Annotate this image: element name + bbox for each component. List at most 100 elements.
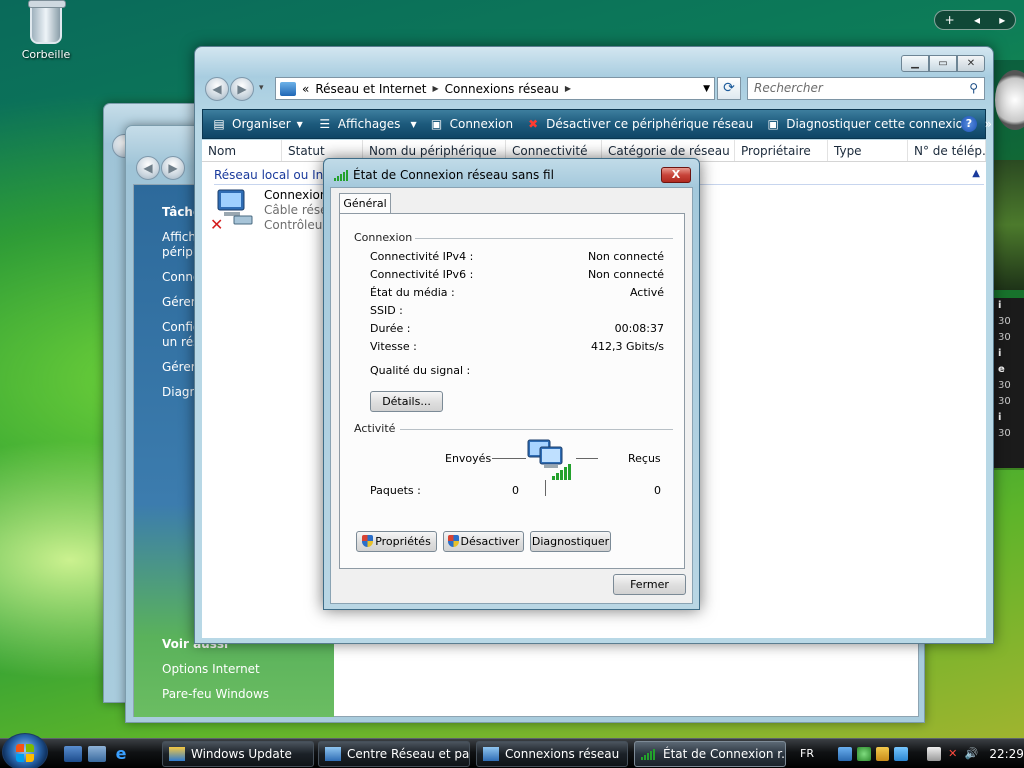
add-gadget-icon[interactable]: + bbox=[945, 13, 955, 27]
search-icon[interactable]: ⚲ bbox=[969, 78, 978, 99]
packets-divider bbox=[545, 480, 546, 496]
firewall-link[interactable]: Pare-feu Windows bbox=[162, 687, 269, 701]
windows-update-icon bbox=[169, 747, 185, 761]
task-link[interactable]: Diagn bbox=[162, 385, 197, 399]
column-header-owner[interactable]: Propriétaire bbox=[735, 140, 828, 161]
connection-status-dialog[interactable]: État de Connexion réseau sans fil X Géné… bbox=[323, 158, 700, 610]
internet-explorer-icon[interactable]: e bbox=[112, 746, 130, 762]
forward-button[interactable]: ▶ bbox=[230, 77, 254, 101]
minimize-button[interactable]: ▁ bbox=[901, 55, 929, 72]
packets-sent-value: 0 bbox=[512, 484, 519, 497]
tray-windows-icon[interactable] bbox=[894, 747, 909, 761]
volume-icon[interactable]: 🔊 bbox=[965, 747, 979, 761]
breadcrumb-separator-icon[interactable]: ▶ bbox=[432, 84, 438, 93]
dialog-close-button[interactable]: X bbox=[661, 167, 691, 183]
disable-device-button[interactable]: ✖ Désactiver ce périphérique réseau bbox=[525, 117, 753, 131]
diagnose-connection-label: Diagnostiquer cette connexion bbox=[786, 117, 971, 131]
tray-user-icon[interactable] bbox=[856, 747, 871, 761]
ipv4-value: Non connecté bbox=[587, 250, 664, 263]
breadcrumb-connections[interactable]: Connexions réseau bbox=[445, 82, 559, 96]
address-chevrons[interactable]: « bbox=[302, 82, 309, 96]
sidebar-controls[interactable]: + ◂ ▸ bbox=[934, 10, 1016, 30]
connect-button[interactable]: ▣ Connexion bbox=[429, 117, 513, 131]
more-commands-button[interactable]: » bbox=[985, 117, 992, 131]
breadcrumb-separator-icon[interactable]: ▶ bbox=[565, 84, 571, 93]
feed-item: i bbox=[998, 412, 1002, 423]
collapse-icon[interactable]: ▲ bbox=[972, 168, 980, 179]
taskbar-item-windows-update[interactable]: Windows Update bbox=[162, 741, 314, 767]
search-input[interactable]: Rechercher ⚲ bbox=[747, 77, 985, 100]
group-header-label: Réseau local ou Inter bbox=[214, 168, 341, 182]
taskbar-item-label: Windows Update bbox=[191, 747, 292, 761]
sent-label: Envoyés bbox=[445, 452, 492, 465]
feed-item: i bbox=[998, 300, 1002, 311]
slideshow-gadget bbox=[992, 160, 1024, 290]
taskbar-item-connections[interactable]: Connexions réseau bbox=[476, 741, 628, 767]
power-icon[interactable] bbox=[927, 747, 941, 761]
forward-button[interactable]: ▶ bbox=[161, 156, 185, 180]
organize-label: Organiser bbox=[232, 117, 291, 131]
start-button[interactable] bbox=[2, 733, 48, 768]
taskbar-item-label: Connexions réseau bbox=[505, 747, 620, 761]
help-icon[interactable]: ? bbox=[961, 116, 977, 132]
activity-section-title: Activité bbox=[354, 422, 396, 435]
back-button[interactable]: ◀ bbox=[205, 77, 229, 101]
tab-general[interactable]: Général bbox=[339, 193, 391, 213]
taskbar-item-label: Centre Réseau et pa... bbox=[347, 747, 470, 761]
disable-device-label: Désactiver ce périphérique réseau bbox=[546, 117, 754, 131]
network-connections-icon bbox=[483, 747, 499, 761]
history-dropdown-icon[interactable]: ▾ bbox=[259, 83, 264, 93]
recycle-bin-label: Corbeille bbox=[21, 48, 71, 61]
address-dropdown-icon[interactable]: ▼ bbox=[703, 84, 710, 94]
column-header-phone[interactable]: N° de télép... bbox=[908, 140, 986, 161]
recycle-bin[interactable]: Corbeille bbox=[14, 0, 78, 61]
views-label: Affichages bbox=[337, 117, 401, 131]
organize-button[interactable]: ▤ Organiser ▼ bbox=[211, 117, 303, 131]
chevron-down-icon: ▼ bbox=[296, 119, 303, 129]
feed-number: 30 bbox=[998, 396, 1011, 407]
taskbar-item-label: État de Connexion r... bbox=[663, 747, 786, 761]
section-divider bbox=[415, 238, 673, 239]
wireless-signal-icon bbox=[334, 169, 348, 181]
views-button[interactable]: ☰ Affichages ▼ bbox=[317, 117, 416, 131]
properties-button[interactable]: Propriétés bbox=[356, 531, 437, 552]
received-label: Reçus bbox=[628, 452, 661, 465]
switch-windows-icon[interactable] bbox=[88, 746, 106, 762]
network-disconnected-icon[interactable]: ✕ bbox=[946, 747, 960, 761]
ssid-label: SSID : bbox=[370, 304, 403, 317]
task-link[interactable]: Affich bbox=[162, 230, 196, 244]
taskbar-item-network-center[interactable]: Centre Réseau et pa... bbox=[318, 741, 470, 767]
column-header-name[interactable]: Nom bbox=[202, 140, 282, 161]
windows-logo-icon bbox=[16, 744, 34, 762]
show-desktop-icon[interactable] bbox=[64, 746, 82, 762]
speed-label: Vitesse : bbox=[370, 340, 417, 353]
maximize-button[interactable]: ▭ bbox=[929, 55, 957, 72]
network-folder-icon bbox=[280, 81, 296, 96]
internet-options-link[interactable]: Options Internet bbox=[162, 662, 260, 676]
command-bar: ▤ Organiser ▼ ☰ Affichages ▼ ▣ Connexion ✖ Dés… bbox=[202, 109, 992, 139]
feed-number: 30 bbox=[998, 316, 1011, 327]
diagnose-connection-button[interactable]: ▣ Diagnostiquer cette connexion bbox=[765, 117, 971, 131]
refresh-button[interactable]: ⟳ bbox=[717, 77, 741, 100]
clock[interactable]: 22:29 bbox=[989, 747, 1024, 761]
recycle-bin-icon bbox=[28, 0, 66, 44]
prev-icon[interactable]: ◂ bbox=[974, 13, 980, 27]
language-indicator[interactable]: FR bbox=[800, 747, 814, 760]
packets-received-value: 0 bbox=[654, 484, 661, 497]
dialog-title-text: État de Connexion réseau sans fil bbox=[353, 168, 554, 182]
back-button[interactable]: ◀ bbox=[136, 156, 160, 180]
address-bar[interactable]: « Réseau et Internet ▶ Connexions réseau… bbox=[275, 77, 715, 100]
close-dialog-button[interactable]: Fermer bbox=[613, 574, 686, 595]
feed-item: i bbox=[998, 348, 1002, 359]
breadcrumb-network-internet[interactable]: Réseau et Internet bbox=[315, 82, 426, 96]
diagnose-button[interactable]: Diagnostiquer bbox=[530, 531, 611, 552]
column-header-type[interactable]: Type bbox=[828, 140, 908, 161]
details-button[interactable]: Détails... bbox=[370, 391, 443, 412]
next-icon[interactable]: ▸ bbox=[999, 13, 1005, 27]
taskbar-item-connection-status[interactable]: État de Connexion r... bbox=[634, 741, 786, 767]
signal-quality-label: Qualité du signal : bbox=[370, 364, 471, 377]
disable-button[interactable]: Désactiver bbox=[443, 531, 524, 552]
security-shield-icon[interactable] bbox=[875, 747, 890, 761]
tray-app-icon[interactable] bbox=[838, 747, 852, 761]
close-button[interactable]: ✕ bbox=[957, 55, 985, 72]
